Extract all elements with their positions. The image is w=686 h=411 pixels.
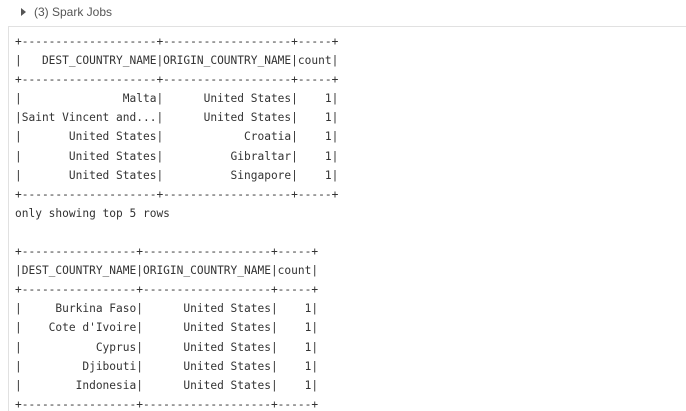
spark-jobs-bar: (3) Spark Jobs xyxy=(0,0,686,24)
spark-jobs-label: (3) Spark Jobs xyxy=(34,5,113,19)
spark-jobs-toggle[interactable]: (3) Spark Jobs xyxy=(21,5,112,19)
cell-output: +--------------------+------------------… xyxy=(8,26,686,411)
expand-caret-icon[interactable] xyxy=(21,8,26,16)
console-output-text: +--------------------+------------------… xyxy=(15,35,339,411)
